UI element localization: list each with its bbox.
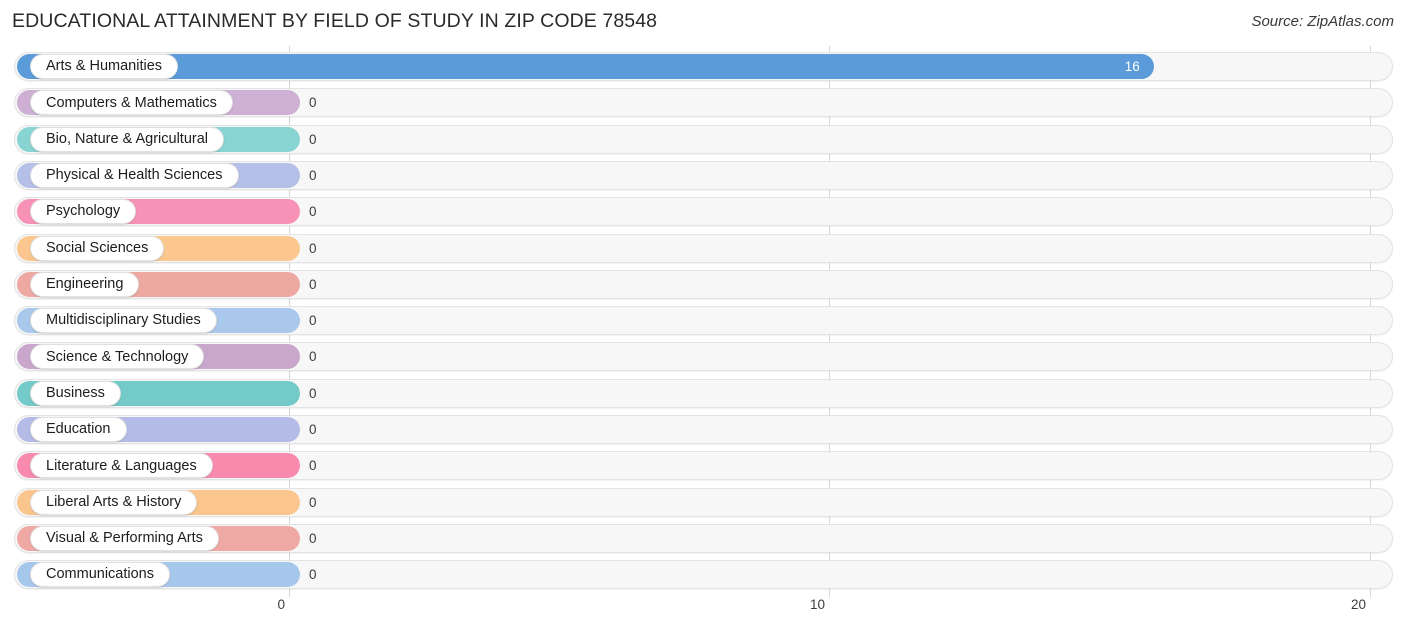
category-label-pill[interactable]: Literature & Languages bbox=[30, 453, 213, 479]
category-label: Liberal Arts & History bbox=[46, 493, 182, 510]
table-row[interactable]: 0 Liberal Arts & History bbox=[0, 487, 1406, 521]
bar-value-label: 0 bbox=[309, 530, 317, 546]
bar-value-label: 0 bbox=[309, 567, 317, 583]
bar-value-label: 0 bbox=[309, 422, 317, 437]
category-label: Science & Technology bbox=[46, 348, 189, 365]
page-title: EDUCATIONAL ATTAINMENT BY FIELD OF STUDY… bbox=[12, 10, 658, 32]
table-row[interactable]: 0 Business bbox=[0, 378, 1406, 412]
table-row[interactable]: 0 Visual & Performing Arts bbox=[0, 523, 1406, 557]
category-label: Literature & Languages bbox=[46, 457, 197, 474]
category-label-pill[interactable]: Computers & Mathematics bbox=[30, 90, 233, 116]
category-label-pill[interactable]: Psychology bbox=[30, 199, 137, 225]
bar-value-label: 0 bbox=[309, 385, 317, 401]
category-label-pill[interactable]: Communications bbox=[30, 562, 170, 588]
category-label-pill[interactable]: Business bbox=[30, 380, 121, 406]
table-row[interactable]: 0 Science & Technology bbox=[0, 342, 1406, 375]
bar-value-label: 16 bbox=[1124, 59, 1140, 74]
bar-value-label: 0 bbox=[309, 494, 317, 510]
bar-value-label: 0 bbox=[309, 349, 317, 365]
bar-value-label: 0 bbox=[309, 204, 317, 220]
x-tick-0: 0 bbox=[277, 597, 285, 612]
table-row[interactable]: 0 Engineering bbox=[0, 269, 1406, 303]
category-label: Engineering bbox=[46, 276, 124, 293]
table-row[interactable]: 0 Social Sciences bbox=[0, 233, 1406, 267]
category-label-pill[interactable]: Liberal Arts & History bbox=[30, 489, 198, 515]
x-axis: 0 10 20 bbox=[0, 597, 1406, 632]
table-row[interactable]: 0 Computers & Mathematics bbox=[0, 88, 1406, 121]
category-label-pill[interactable]: Physical & Health Sciences bbox=[30, 162, 239, 188]
bar-value-label: 0 bbox=[309, 313, 317, 329]
bar-value-label: 0 bbox=[309, 240, 317, 256]
category-label-pill[interactable]: Bio, Nature & Agricultural bbox=[30, 126, 224, 152]
category-label: Physical & Health Sciences bbox=[46, 167, 223, 184]
category-label: Bio, Nature & Agricultural bbox=[46, 130, 208, 147]
chart-header: EDUCATIONAL ATTAINMENT BY FIELD OF STUDY… bbox=[0, 0, 1406, 46]
table-row[interactable]: 0 Multidisciplinary Studies bbox=[0, 306, 1406, 339]
category-label-pill[interactable]: Multidisciplinary Studies bbox=[30, 308, 217, 334]
category-label-pill[interactable]: Engineering bbox=[30, 271, 140, 297]
table-row[interactable]: 0 Education bbox=[0, 415, 1406, 448]
bar-value-label: 0 bbox=[309, 95, 317, 111]
category-label: Multidisciplinary Studies bbox=[46, 312, 201, 329]
category-label: Education bbox=[46, 421, 111, 438]
table-row[interactable]: 0 Communications bbox=[0, 560, 1406, 593]
table-row[interactable]: 0 Physical & Health Sciences bbox=[0, 160, 1406, 194]
category-label-pill[interactable]: Education bbox=[30, 417, 127, 442]
category-label: Social Sciences bbox=[46, 239, 149, 256]
category-label: Business bbox=[46, 384, 105, 401]
chart-plot-area: 16 Arts & Humanities 0 Computers & Mathemat… bbox=[0, 46, 1406, 601]
bar[interactable]: 16 bbox=[17, 54, 1154, 79]
bar-value-label: 0 bbox=[309, 131, 317, 147]
bar-value-label: 0 bbox=[309, 458, 317, 474]
table-row[interactable]: 0 Literature & Languages bbox=[0, 451, 1406, 484]
x-tick-20: 20 bbox=[1350, 597, 1366, 612]
category-label-pill[interactable]: Social Sciences bbox=[30, 235, 165, 261]
category-label: Visual & Performing Arts bbox=[46, 530, 203, 547]
category-label: Communications bbox=[46, 566, 154, 583]
table-row[interactable]: 0 Psychology bbox=[0, 197, 1406, 230]
category-label: Computers & Mathematics bbox=[46, 94, 217, 111]
x-tick-10: 10 bbox=[809, 597, 825, 612]
table-row[interactable]: 0 Bio, Nature & Agricultural bbox=[0, 124, 1406, 158]
source-attribution: Source: ZipAtlas.com bbox=[1251, 13, 1394, 30]
category-label-pill[interactable]: Visual & Performing Arts bbox=[30, 525, 219, 551]
table-row[interactable]: 16 Arts & Humanities bbox=[0, 52, 1406, 85]
bar-value-label: 0 bbox=[309, 276, 317, 292]
category-label-pill[interactable]: Arts & Humanities bbox=[30, 54, 179, 79]
category-label: Arts & Humanities bbox=[46, 58, 163, 75]
category-label: Psychology bbox=[46, 203, 121, 220]
category-label-pill[interactable]: Science & Technology bbox=[30, 344, 205, 370]
bar-value-label: 0 bbox=[309, 167, 317, 183]
